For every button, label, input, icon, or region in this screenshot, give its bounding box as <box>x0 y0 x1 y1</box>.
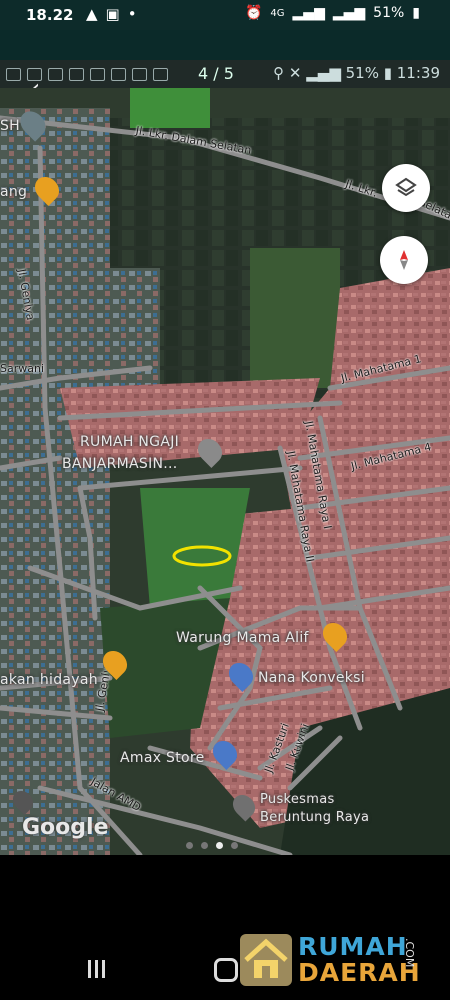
photo-status-bar: 4 / 5 ⚲ ✕ ▂▄▆ 51% ▮ 11:39 <box>0 60 450 88</box>
place-label-rumah-ngaji: RUMAH NGAJI <box>80 434 180 450</box>
navigation-bar <box>0 940 450 1000</box>
app-icon <box>48 67 63 81</box>
signal-icon-2: ▂▄▆ <box>332 5 366 21</box>
battery-icon: ▮ <box>412 5 420 21</box>
recent-apps-icon <box>88 960 91 978</box>
edge-label: ang <box>0 184 28 200</box>
app-icon <box>111 67 126 81</box>
layers-button[interactable] <box>382 164 430 212</box>
home-button[interactable] <box>214 958 238 982</box>
place-label-nana: Nana Konveksi <box>258 670 365 686</box>
app-icon <box>69 67 84 81</box>
place-label-warung: Warung Mama Alif <box>176 630 309 646</box>
pager-dot[interactable] <box>186 842 193 849</box>
place-label-puskesmas: Puskesmas <box>260 792 335 807</box>
recent-apps-button[interactable] <box>88 960 110 978</box>
pager-dot[interactable] <box>201 842 208 849</box>
place-label-rumah-ngaji-2: BANJARMASIN... <box>62 456 178 472</box>
compass-button[interactable] <box>380 236 428 284</box>
status-bar: 18.22 ▲ ▣ • ⏰ 4G ▂▄▆ ▂▄▆ 51% ▮ <box>0 0 450 30</box>
pager-dot[interactable] <box>231 842 238 849</box>
viewer-top-area <box>0 30 450 60</box>
image-notification-icon: ▣ <box>105 5 120 23</box>
edge-label: SH <box>0 118 21 134</box>
layers-icon <box>395 177 417 197</box>
road-label: Sarwani <box>0 362 45 375</box>
dot-icon: • <box>127 5 137 23</box>
pager-dot-active[interactable] <box>216 842 223 849</box>
app-icon <box>90 67 105 81</box>
google-logo: Google <box>22 815 109 840</box>
photo-status-right: ⚲ ✕ ▂▄▆ 51% ▮ 11:39 <box>273 64 440 82</box>
status-time: 18.22 <box>26 6 74 24</box>
photo-view[interactable]: 4 / 5 ⚲ ✕ ▂▄▆ 51% ▮ 11:39 ‹ <box>0 60 450 855</box>
warning-icon: ▲ <box>86 5 98 23</box>
signal-icon: ▂▄▆ <box>292 5 325 21</box>
app-icon <box>153 67 168 81</box>
app-icon <box>132 67 147 81</box>
compass-icon <box>400 250 408 270</box>
pager-dots <box>186 842 238 849</box>
place-label-puskesmas-2: Beruntung Raya <box>260 810 370 825</box>
app-icon <box>6 67 21 81</box>
photo-counter: 4 / 5 <box>198 64 234 83</box>
place-label-amax: Amax Store <box>120 750 205 766</box>
alarm-icon: ⏰ <box>244 5 263 21</box>
place-label-hidayah: akan hidayah <box>0 672 98 688</box>
battery-percent: 51% <box>373 5 405 21</box>
network-type: 4G <box>270 7 285 19</box>
